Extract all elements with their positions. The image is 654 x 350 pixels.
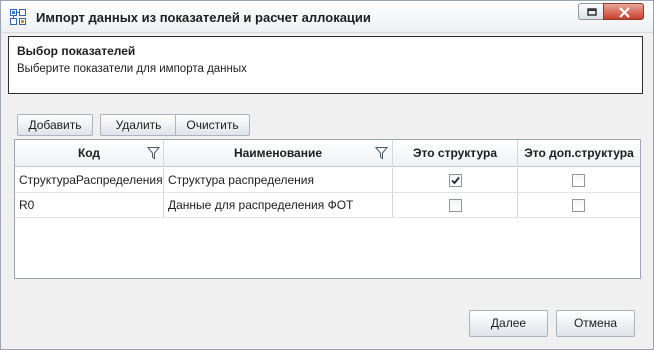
step-subtitle: Выберите показатели для импорта данных — [17, 63, 247, 75]
cell-code[interactable]: R0 — [15, 193, 164, 218]
cancel-button[interactable]: Отмена — [556, 310, 635, 337]
indicators-grid: Код Наименование Это структура Это доп.с… — [14, 139, 641, 279]
column-header-label: Это структура — [412, 146, 498, 160]
is-extra-structure-checkbox[interactable] — [572, 174, 585, 187]
cell-name[interactable]: Структура распределения — [164, 168, 393, 193]
check-icon — [451, 176, 460, 185]
filter-icon[interactable] — [375, 146, 388, 160]
content-area: Добавить Удалить Очистить Код Наименован… — [8, 101, 648, 301]
column-header-is-structure[interactable]: Это структура — [393, 140, 518, 167]
column-header-label: Код — [77, 146, 101, 160]
column-header-code[interactable]: Код — [15, 140, 164, 167]
is-structure-checkbox[interactable] — [449, 199, 462, 212]
grid-structure-icon — [10, 9, 26, 25]
is-extra-structure-checkbox[interactable] — [572, 199, 585, 212]
filter-icon[interactable] — [147, 146, 160, 160]
cell-is-extra-structure — [518, 193, 640, 218]
cell-is-structure — [393, 193, 518, 218]
title-bar[interactable]: Импорт данных из показателей и расчет ал… — [1, 1, 653, 33]
is-structure-checkbox[interactable] — [449, 174, 462, 187]
restore-button[interactable] — [578, 3, 604, 20]
delete-button[interactable]: Удалить — [100, 114, 177, 136]
table-row[interactable]: СтруктураРаспределения Структура распред… — [15, 168, 640, 193]
column-header-label: Наименование — [233, 146, 323, 160]
window-title: Импорт данных из показателей и расчет ал… — [36, 10, 371, 25]
cell-is-extra-structure — [518, 168, 640, 193]
clear-button[interactable]: Очистить — [175, 114, 250, 136]
cell-is-structure — [393, 168, 518, 193]
close-icon — [619, 7, 630, 18]
cell-code[interactable]: СтруктураРаспределения — [15, 168, 164, 193]
column-header-label: Это доп.структура — [524, 146, 634, 160]
close-button[interactable] — [603, 3, 644, 20]
cell-name[interactable]: Данные для распределения ФОТ — [164, 193, 393, 218]
table-row[interactable]: R0 Данные для распределения ФОТ — [15, 193, 640, 218]
column-header-name[interactable]: Наименование — [164, 140, 393, 167]
dialog-window: Импорт данных из показателей и расчет ал… — [0, 0, 654, 350]
add-button[interactable]: Добавить — [17, 114, 93, 136]
column-header-is-extra-structure[interactable]: Это доп.структура — [518, 140, 640, 167]
step-header-panel: Выбор показателей Выберите показатели дл… — [8, 36, 643, 94]
restore-window-icon — [587, 8, 597, 16]
step-title: Выбор показателей — [17, 44, 136, 58]
next-button[interactable]: Далее — [469, 310, 548, 337]
